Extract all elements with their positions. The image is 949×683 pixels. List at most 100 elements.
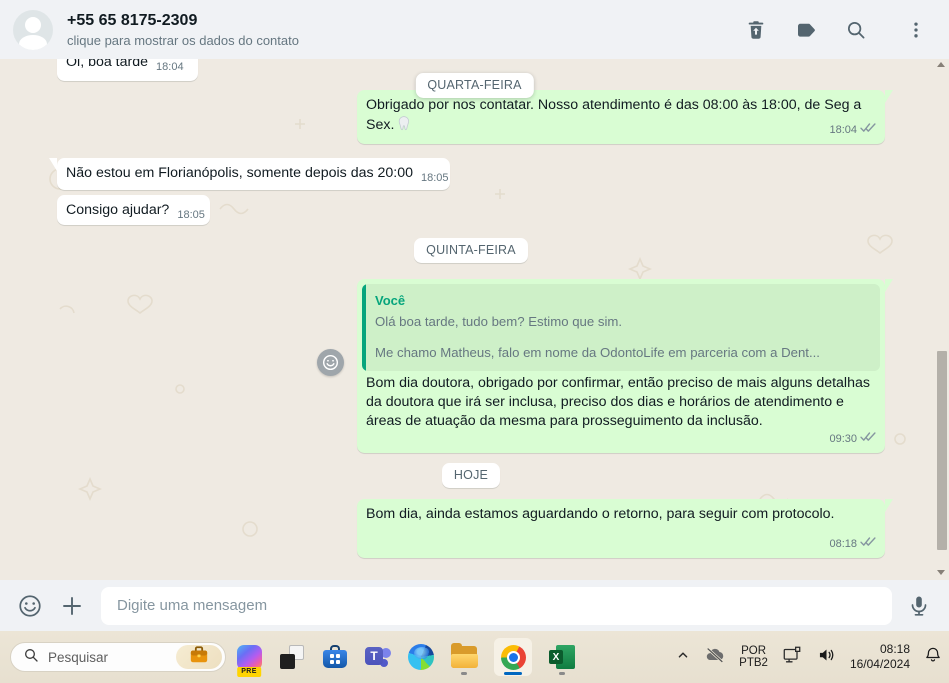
- tray-onedrive-button[interactable]: [704, 645, 726, 670]
- chat-scrollbar[interactable]: [934, 59, 949, 580]
- whatsapp-window: +55 65 8175-2309 clique para mostrar os …: [0, 0, 949, 683]
- double-check-icon: [860, 121, 876, 140]
- message-incoming-truncated[interactable]: Oi, boa tarde 18:04: [57, 59, 198, 81]
- message-list: Oi, boa tarde 18:04 Obrigado por nos cont…: [0, 59, 949, 580]
- label-chat-button[interactable]: [793, 17, 819, 43]
- quote-author: Você: [375, 293, 406, 308]
- quoted-message[interactable]: Você Olá boa tarde, tudo bem? Estimo que…: [362, 284, 880, 371]
- taskbar-file-explorer-button[interactable]: [451, 637, 478, 677]
- delete-chat-button[interactable]: [743, 17, 769, 43]
- date-chip-hoje: HOJE: [441, 463, 501, 488]
- taskbar-store-button[interactable]: [322, 637, 348, 677]
- cloud-off-icon: [704, 645, 726, 670]
- copilot-pre-badge: PRE: [237, 667, 261, 677]
- running-indicator: [559, 672, 565, 675]
- message-time: 18:04: [829, 124, 857, 136]
- scroll-down-arrow[interactable]: [937, 570, 945, 575]
- emoji-picker-button[interactable]: [17, 593, 43, 619]
- tooth-emoji: [396, 115, 413, 138]
- message-meta: 09:30: [829, 430, 876, 449]
- menu-button[interactable]: [903, 17, 929, 43]
- message-incoming-florianopolis[interactable]: Não estou em Florianópolis, somente depo…: [57, 158, 450, 190]
- system-tray: POR PTB2 08:18 16/04/2024: [675, 631, 943, 683]
- message-time: 18:04: [156, 61, 184, 73]
- message-time: 18:05: [177, 209, 205, 221]
- active-running-indicator: [504, 672, 522, 675]
- message-outgoing-atendimento[interactable]: Obrigado por nos contatar. Nosso atendim…: [357, 90, 885, 144]
- teams-icon: T: [365, 644, 391, 670]
- message-text: Oi, boa tarde: [66, 59, 149, 70]
- briefcase-icon: [188, 645, 210, 670]
- react-emoji-button[interactable]: [317, 349, 344, 376]
- kebab-menu-icon: [906, 20, 926, 40]
- microsoft-store-icon: [322, 644, 348, 670]
- search-highlight-badge[interactable]: [176, 645, 222, 669]
- message-text: Não estou em Florianópolis, somente depo…: [66, 165, 414, 181]
- message-time: 08:18: [829, 538, 857, 550]
- double-check-icon: [860, 535, 876, 554]
- avatar-body: [19, 34, 47, 50]
- header-actions: [743, 17, 929, 43]
- taskbar-edge-button[interactable]: [408, 637, 434, 677]
- message-text: Bom dia doutora, obrigado por confirmar,…: [366, 375, 870, 429]
- speaker-icon: [816, 645, 837, 670]
- taskbar-teams-button[interactable]: T: [365, 637, 391, 677]
- message-incoming-ajudar[interactable]: Consigo ajudar? 18:05: [57, 195, 210, 225]
- copilot-icon: [236, 644, 262, 670]
- smiley-icon: [17, 593, 43, 619]
- excel-icon: X: [549, 645, 575, 669]
- taskbar-chrome-button[interactable]: [494, 637, 532, 677]
- windows-taskbar: PRE T: [0, 631, 949, 683]
- tray-notifications-button[interactable]: [923, 645, 943, 670]
- chrome-active-tile: [494, 638, 532, 676]
- taskbar-task-view-button[interactable]: [279, 637, 305, 677]
- file-explorer-icon: [451, 643, 478, 668]
- microphone-icon: [907, 594, 931, 618]
- bell-icon: [923, 645, 943, 670]
- scroll-up-arrow[interactable]: [937, 62, 945, 67]
- taskbar-copilot-button[interactable]: PRE: [236, 637, 262, 677]
- chat-header: +55 65 8175-2309 clique para mostrar os …: [0, 0, 949, 59]
- message-text: Obrigado por nos contatar. Nosso atendim…: [366, 97, 862, 133]
- message-meta: 18:04: [829, 121, 876, 140]
- plus-icon: [60, 594, 84, 618]
- taskbar-app-icons: PRE T X: [236, 631, 575, 683]
- tray-network-button[interactable]: [781, 645, 803, 670]
- chevron-up-icon: [675, 647, 691, 668]
- tray-time: 08:18: [879, 642, 910, 656]
- search-icon: [23, 647, 39, 668]
- message-time: 18:05: [421, 172, 449, 184]
- search-in-chat-button[interactable]: [843, 17, 869, 43]
- label-icon: [794, 18, 818, 42]
- taskbar-search[interactable]: [10, 642, 226, 672]
- contact-info[interactable]: +55 65 8175-2309 clique para mostrar os …: [67, 10, 743, 50]
- tray-volume-button[interactable]: [816, 645, 837, 670]
- quote-line2: Me chamo Matheus, falo em nome da Odonto…: [375, 345, 820, 360]
- message-meta: 08:18: [829, 535, 876, 554]
- contact-name: +55 65 8175-2309: [67, 11, 198, 29]
- running-indicator: [461, 672, 467, 675]
- language-line1: POR: [741, 645, 767, 657]
- attach-button[interactable]: [59, 593, 85, 619]
- tray-show-hidden-icons-button[interactable]: [675, 647, 691, 668]
- contact-subtitle: clique para mostrar os dados do contato: [67, 32, 299, 48]
- message-input[interactable]: [101, 586, 892, 625]
- message-outgoing-protocolo[interactable]: Bom dia, ainda estamos aguardando o reto…: [357, 499, 885, 558]
- voice-message-button[interactable]: [906, 593, 932, 619]
- task-view-icon: [280, 645, 304, 669]
- message-time: 09:30: [829, 433, 857, 445]
- taskbar-excel-button[interactable]: X: [549, 637, 575, 677]
- edge-icon: [408, 644, 434, 670]
- avatar[interactable]: [13, 9, 53, 50]
- chrome-icon: [500, 644, 526, 670]
- tray-language-indicator[interactable]: POR PTB2: [739, 645, 768, 669]
- avatar-head: [25, 16, 41, 33]
- quote-line1: Olá boa tarde, tudo bem? Estimo que sim.: [375, 314, 623, 329]
- message-text: Consigo ajudar?: [66, 202, 170, 218]
- message-outgoing-quoted[interactable]: Você Olá boa tarde, tudo bem? Estimo que…: [317, 279, 885, 453]
- tray-clock[interactable]: 08:18 16/04/2024: [850, 642, 910, 672]
- trash-icon: [745, 19, 767, 41]
- message-text: Bom dia, ainda estamos aguardando o reto…: [366, 506, 835, 522]
- taskbar-search-input[interactable]: [48, 649, 153, 665]
- scrollbar-thumb[interactable]: [937, 351, 947, 550]
